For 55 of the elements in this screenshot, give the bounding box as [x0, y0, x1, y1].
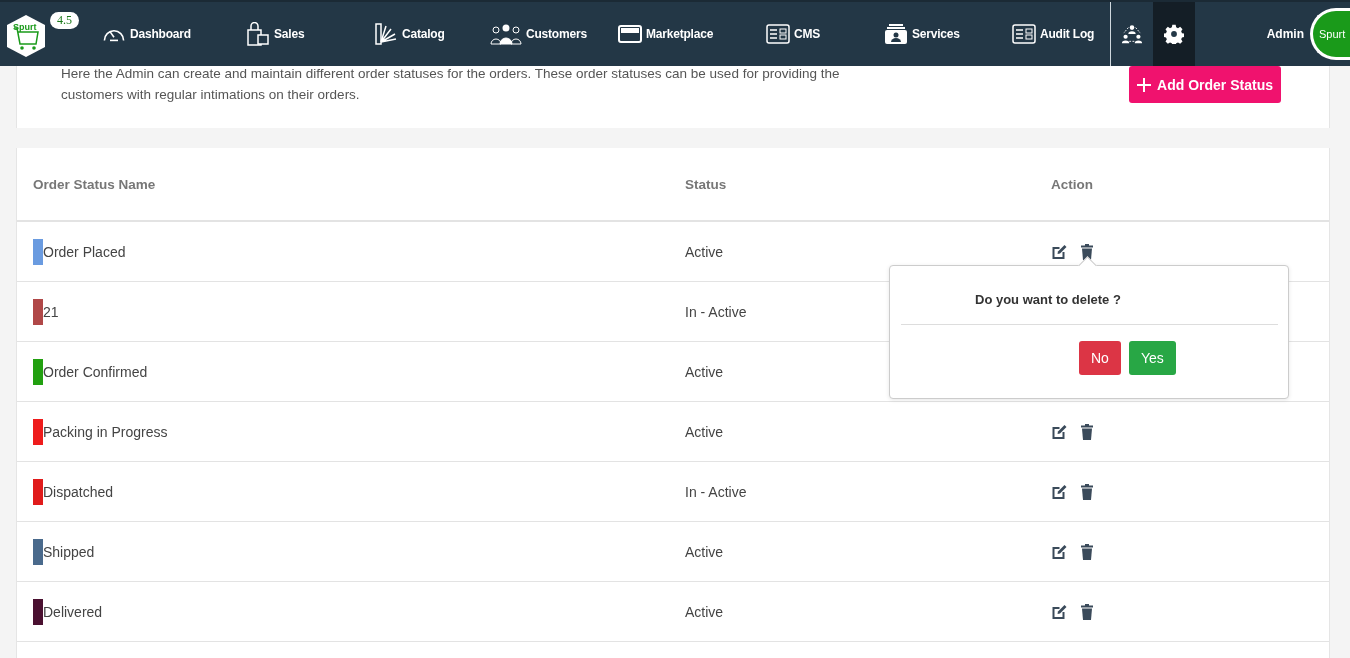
storefront-icon	[618, 22, 642, 46]
logo-text: Spurt	[13, 22, 37, 32]
logo-icon[interactable]	[6, 14, 46, 58]
delete-icon[interactable]	[1080, 543, 1094, 560]
edit-icon[interactable]	[1051, 423, 1068, 440]
table-cell-text: Active	[685, 243, 725, 260]
table-cell-text: Active	[685, 423, 725, 440]
contact-card-icon	[884, 22, 908, 46]
nav-item[interactable]: Dashboard	[96, 22, 240, 46]
nav-item[interactable]: Marketplace	[612, 22, 760, 46]
nav-item[interactable]: Catalog	[368, 22, 484, 46]
table-cell-text: Active	[685, 603, 725, 620]
version-badge: 4.5	[50, 12, 79, 29]
nav-item[interactable]: Customers	[484, 22, 612, 46]
nav-item[interactable]: Services	[878, 22, 1006, 46]
table-cell: Delivered	[43, 603, 103, 620]
delete-icon[interactable]	[1080, 243, 1094, 260]
table-cell: Order Confirmed	[43, 363, 148, 380]
table-cell-text: Active	[685, 363, 725, 380]
table-cell: Dispatched	[43, 483, 114, 500]
table-cell: Packing in Progress	[43, 423, 168, 440]
confirmation-question: Do you want to delete ?	[975, 292, 1122, 307]
table-cell-text: In - Active	[685, 483, 748, 500]
nav-item[interactable]: CMS	[760, 22, 878, 46]
user-name[interactable]: Admin	[1266, 27, 1304, 41]
table-cell: 21	[43, 303, 59, 320]
description-text: Here the Admin can create and maintain different order statuses for the orders. These order statuses can be used for providing the customers with regular intimations on their orders.	[61, 65, 841, 104]
settings-icon	[1164, 24, 1184, 44]
nav-item[interactable]: Sales	[240, 22, 368, 46]
edit-icon[interactable]	[1051, 603, 1068, 620]
table-cell-text: Active	[685, 543, 725, 560]
delete-icon[interactable]	[1080, 603, 1094, 620]
delete-icon[interactable]	[1080, 483, 1094, 500]
column-header: Order Status Name	[33, 176, 157, 192]
edit-icon[interactable]	[1051, 243, 1068, 260]
delete-icon[interactable]	[1080, 423, 1094, 440]
settings-button[interactable]	[1153, 2, 1195, 66]
avatar[interactable]: Spurt	[1310, 8, 1350, 60]
edit-icon[interactable]	[1051, 543, 1068, 560]
color-swatch-icon	[374, 22, 398, 46]
add-order-status-button[interactable]: Add Order Status	[1129, 66, 1281, 103]
edit-icon[interactable]	[1051, 483, 1068, 500]
shopping-bag-icon	[246, 22, 270, 46]
plus-icon	[1137, 77, 1152, 92]
table-cell: Shipped	[43, 543, 95, 560]
table-cell: Order Placed	[43, 243, 126, 260]
nav-item[interactable]: Audit Log	[1006, 22, 1110, 46]
column-header: Status	[685, 176, 728, 192]
no-button[interactable]: No	[1079, 341, 1121, 375]
table-cell-text: In - Active	[685, 303, 748, 320]
column-header: Action	[1051, 176, 1093, 192]
org-chart-icon	[1121, 23, 1143, 45]
document-panel-icon	[766, 22, 790, 46]
document-panel-icon	[1012, 22, 1036, 46]
users-icon	[490, 22, 522, 46]
